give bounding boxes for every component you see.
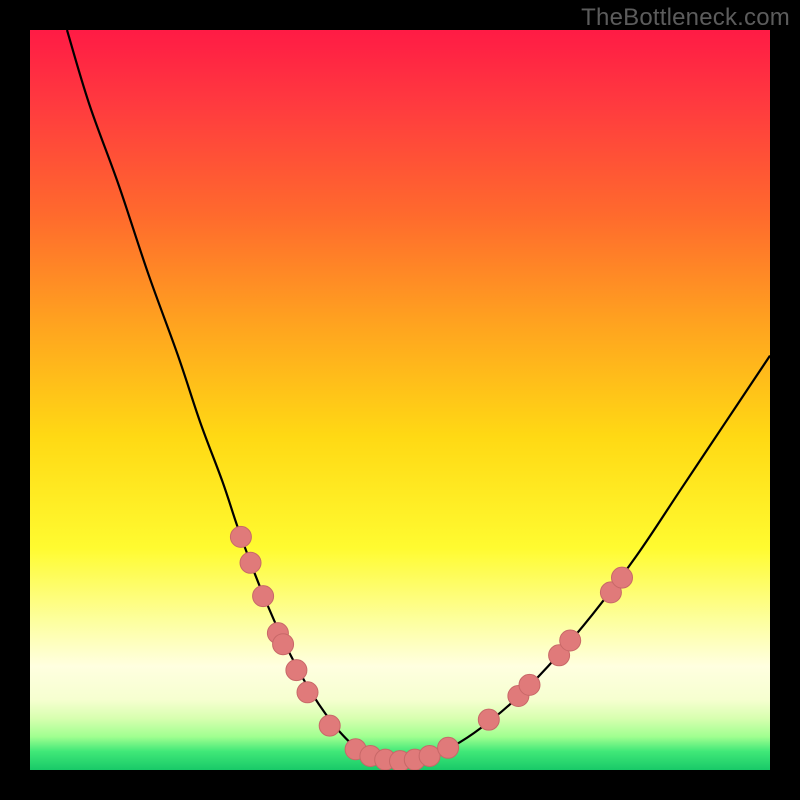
data-marker bbox=[319, 715, 340, 736]
data-marker bbox=[560, 630, 581, 651]
data-marker bbox=[438, 737, 459, 758]
data-marker bbox=[230, 526, 251, 547]
gradient-background bbox=[30, 30, 770, 770]
data-marker bbox=[286, 660, 307, 681]
data-marker bbox=[297, 682, 318, 703]
data-marker bbox=[419, 745, 440, 766]
data-marker bbox=[612, 567, 633, 588]
plot-area bbox=[30, 30, 770, 770]
data-marker bbox=[478, 709, 499, 730]
data-marker bbox=[519, 674, 540, 695]
data-marker bbox=[240, 552, 261, 573]
data-marker bbox=[253, 586, 274, 607]
chart-frame: TheBottleneck.com bbox=[0, 0, 800, 800]
chart-svg bbox=[30, 30, 770, 770]
data-marker bbox=[273, 634, 294, 655]
watermark-text: TheBottleneck.com bbox=[581, 4, 790, 32]
